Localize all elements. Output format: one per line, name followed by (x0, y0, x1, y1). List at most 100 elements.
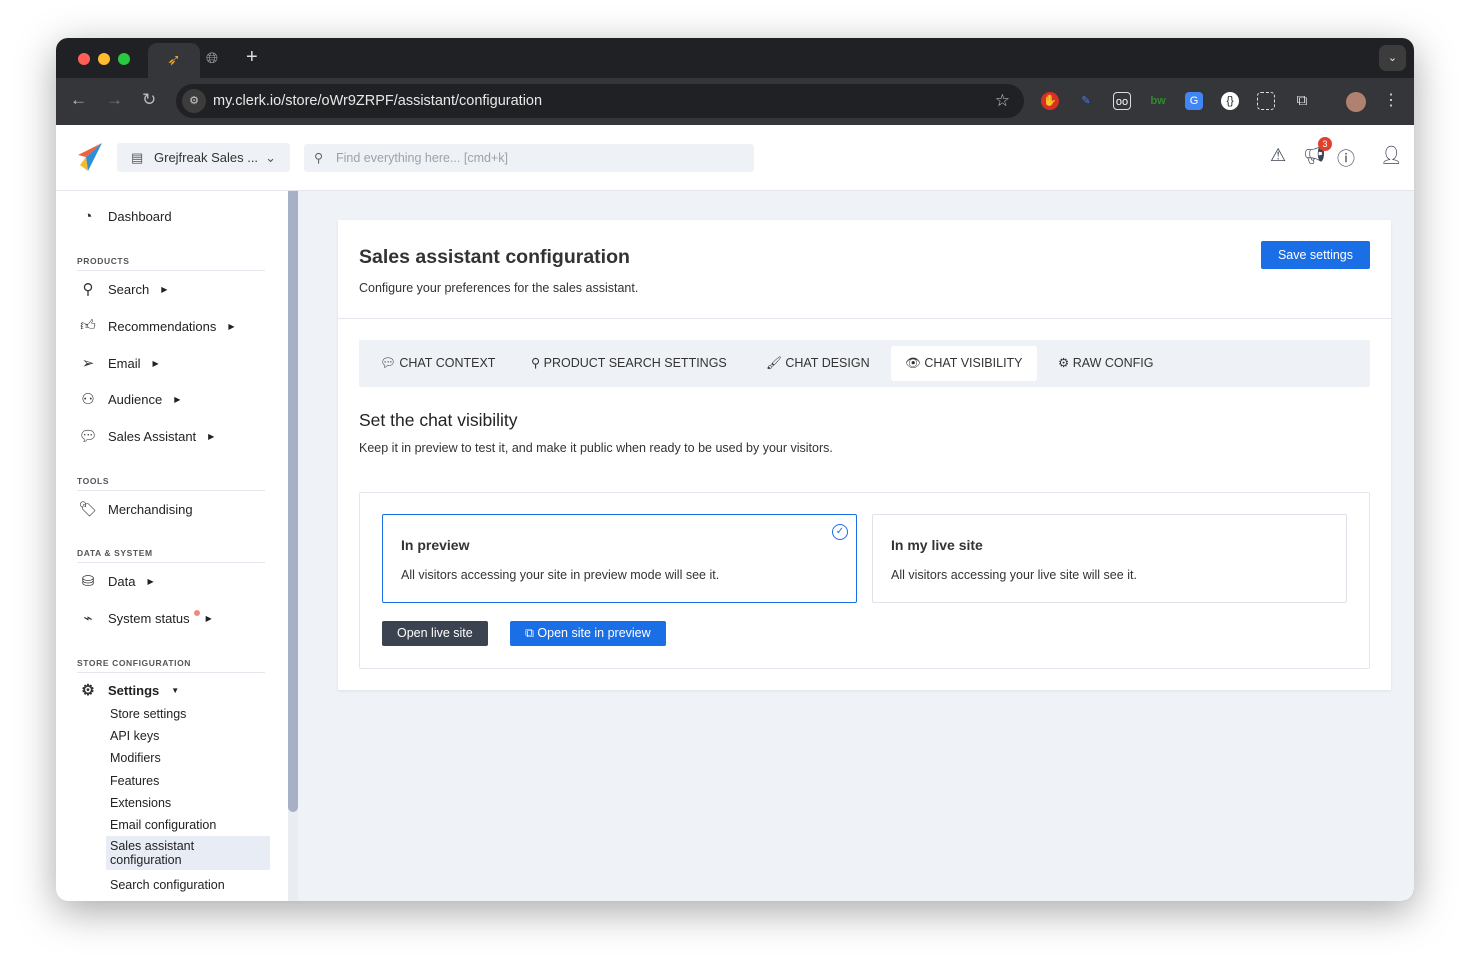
page-title: Sales assistant configuration (359, 246, 630, 268)
feedback-icon[interactable]: ⚠︎ (1270, 145, 1286, 166)
sidebar-item-dashboard[interactable]: ◔ Dashboard (78, 208, 172, 225)
browser-tab-active[interactable]: ➶ (148, 43, 200, 78)
sidebar-item-sales-assistant[interactable]: 💬︎ Sales Assistant ▶ (78, 427, 214, 445)
app-header: ▤ Grejfreak Sales ... ⌄ ⚲ Find everything h… (56, 125, 1414, 191)
caret-right-icon: ▶ (174, 394, 181, 404)
bookmark-star-icon[interactable]: ☆ (995, 84, 1010, 118)
label: Sales Assistant (108, 428, 197, 444)
extensions-puzzle-icon[interactable]: ⧉ (1293, 92, 1311, 110)
extension-oo-icon[interactable]: oo (1113, 92, 1131, 110)
close-window-button[interactable] (78, 53, 90, 65)
tab-label: CHAT CONTEXT (399, 356, 496, 370)
store-selector[interactable]: ▤ Grejfreak Sales ... ⌄ (117, 143, 290, 172)
tab-chat-visibility[interactable]: 👁︎ CHAT VISIBILITY (891, 346, 1037, 381)
tab-search-button[interactable]: ⌄ (1379, 45, 1406, 71)
option-title: In my live site (891, 537, 983, 553)
settings-sub-features[interactable]: Features (110, 774, 159, 788)
sidebar-item-system-status[interactable]: ⌁ System status ▶ (78, 609, 212, 627)
sidebar-item-settings[interactable]: ⚙ Settings ▼ (78, 681, 179, 699)
tab-raw-config[interactable]: ⚙ RAW CONFIG (1044, 346, 1167, 381)
browser-menu-icon[interactable]: ⋮ (1382, 92, 1400, 110)
open-site-in-preview-button[interactable]: ⧉ Open site in preview (510, 621, 666, 646)
clerk-logo[interactable] (74, 143, 104, 171)
tab-label: PRODUCT SEARCH SETTINGS (543, 356, 727, 370)
option-live-site[interactable]: In my live site All visitors accessing y… (872, 514, 1347, 603)
url-text: my.clerk.io/store/oWr9ZRPF/assistant/con… (213, 93, 543, 109)
sidebar-item-data[interactable]: ⛁ Data ▶ (78, 572, 154, 590)
status-dot (193, 610, 200, 616)
caret-right-icon: ▶ (205, 613, 212, 623)
sidebar-item-audience[interactable]: ⚇ Audience ▶ (78, 390, 180, 408)
option-description: All visitors accessing your live site wi… (891, 568, 1137, 582)
button-label: Open site in preview (537, 626, 651, 640)
paintbrush-icon: 🖌︎ (766, 356, 786, 370)
minimize-window-button[interactable] (98, 53, 110, 65)
forward-icon[interactable]: → (106, 90, 123, 110)
tab-label: CHAT DESIGN (785, 356, 870, 370)
label: System status (108, 610, 190, 626)
label: Audience (108, 391, 163, 407)
label: Recommendations (108, 318, 217, 334)
browser-window: ➶ 🌐︎ + ⌄ ← → ↻ ⚙ my.clerk.io/store/oWr9Z… (56, 38, 1414, 901)
sidebar-item-recommendations[interactable]: 👍︎ Recommendations ▶ (78, 317, 235, 335)
sidebar-item-email[interactable]: ➢ Email ▶ (78, 354, 159, 372)
ublock-extension-icon[interactable]: ✋ (1041, 92, 1059, 110)
dashboard-gauge-icon: ◔ (83, 208, 93, 225)
gear-icon: ⚙ (81, 682, 95, 699)
new-tab-button[interactable]: + (246, 46, 258, 69)
database-icon: ⛁ (81, 573, 95, 590)
option-in-preview[interactable]: In preview All visitors accessing your s… (382, 514, 857, 603)
settings-sub-extensions[interactable]: Extensions (110, 796, 171, 810)
visibility-options-box: In preview All visitors accessing your s… (359, 492, 1370, 669)
eyedropper-extension-icon[interactable]: ✎ (1077, 92, 1095, 110)
maximize-window-button[interactable] (118, 53, 130, 65)
search-icon: ⚲ (82, 281, 94, 298)
reload-icon[interactable]: ↻ (142, 90, 156, 110)
check-circle-icon: ✓ (832, 524, 848, 540)
profile-avatar[interactable] (1346, 92, 1366, 112)
gear-icon: ⚙ (1058, 356, 1073, 370)
thumbs-up-icon: 👍︎ (80, 317, 96, 334)
settings-sub-search-configuration[interactable]: Search configuration (110, 878, 225, 892)
user-account-icon[interactable]: 👤︎ (1380, 145, 1403, 166)
label: Merchandising (108, 501, 193, 517)
browser-toolbar: ← → ↻ ⚙ my.clerk.io/store/oWr9ZRPF/assis… (56, 78, 1414, 125)
tab-chat-design[interactable]: 🖌︎ CHAT DESIGN (752, 346, 884, 381)
tags-icon: 🏷︎ (78, 501, 98, 518)
store-icon: ▤ (131, 150, 144, 165)
settings-sub-modifiers[interactable]: Modifiers (110, 751, 161, 765)
tab-chat-context[interactable]: 💬︎ CHAT CONTEXT (366, 346, 509, 381)
translate-extension-icon[interactable]: G (1185, 92, 1203, 110)
settings-sub-email-configuration[interactable]: Email configuration (110, 818, 216, 832)
caret-right-icon: ▶ (208, 431, 215, 441)
app: ▤ Grejfreak Sales ... ⌄ ⚲ Find everything h… (56, 125, 1414, 901)
settings-sub-api-keys[interactable]: API keys (110, 729, 159, 743)
address-bar[interactable]: ⚙ my.clerk.io/store/oWr9ZRPF/assistant/c… (176, 84, 1024, 118)
help-icon[interactable]: ⓘ (1337, 145, 1355, 171)
caret-right-icon: ▶ (228, 321, 235, 331)
tab-bar: ➶ 🌐︎ + ⌄ (56, 38, 1414, 78)
back-icon[interactable]: ← (70, 90, 87, 110)
open-live-site-button[interactable]: Open live site (382, 621, 488, 646)
settings-sub-store-settings[interactable]: Store settings (110, 707, 186, 721)
site-settings-icon[interactable]: ⚙ (182, 89, 206, 113)
chat-icon: 💬︎ (380, 356, 400, 370)
globe-icon: 🌐︎ (206, 50, 219, 67)
paper-plane-icon: ➢ (81, 355, 95, 372)
tab-product-search-settings[interactable]: ⚲ PRODUCT SEARCH SETTINGS (517, 346, 741, 381)
section-description: Keep it in preview to test it, and make … (359, 441, 833, 455)
clerk-favicon-icon: ➶ (167, 52, 181, 69)
save-settings-button[interactable]: Save settings (1261, 241, 1370, 269)
label: Dashboard (108, 209, 172, 224)
json-extension-icon[interactable]: {} (1221, 92, 1239, 110)
page-description: Configure your preferences for the sales… (359, 281, 639, 295)
bw-extension-icon[interactable]: bw (1149, 92, 1167, 110)
sidebar-scrollbar-thumb[interactable] (288, 191, 298, 812)
global-search-input[interactable]: ⚲ Find everything here... [cmd+k] (304, 144, 754, 172)
sidebar-item-search[interactable]: ⚲ Search ▶ (78, 280, 168, 298)
screenshot-extension-icon[interactable] (1257, 92, 1275, 110)
store-name: Grejfreak Sales ... (154, 150, 259, 165)
settings-sub-sales-assistant-configuration[interactable]: Sales assistant configuration (106, 836, 270, 870)
sidebar-item-merchandising[interactable]: 🏷︎ Merchandising (78, 500, 193, 518)
browser-tab-globe[interactable]: 🌐︎ (206, 50, 218, 67)
